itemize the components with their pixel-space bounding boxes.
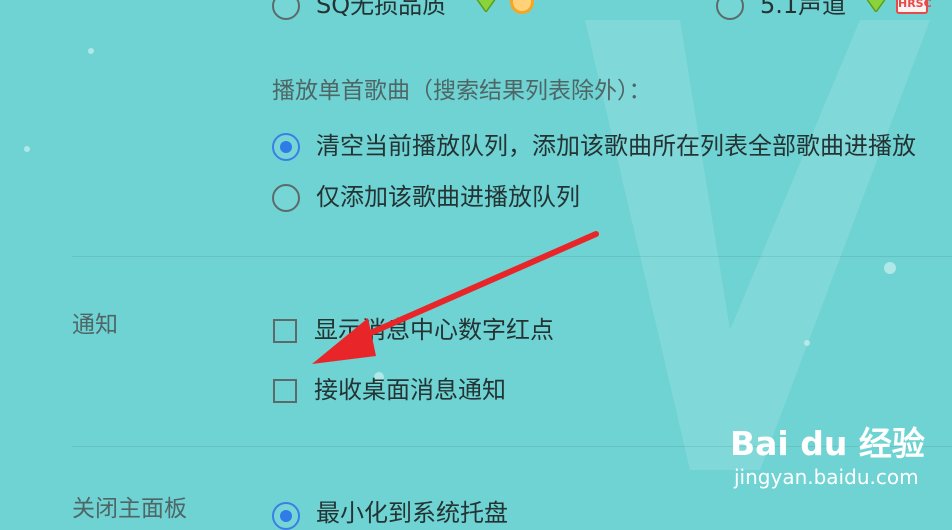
baidu-watermark: Bai du 经验 jingyan.baidu.com: [730, 424, 952, 490]
watermark-url: jingyan.baidu.com: [734, 465, 919, 489]
watermark-brand: Bai du 经验: [730, 424, 925, 463]
